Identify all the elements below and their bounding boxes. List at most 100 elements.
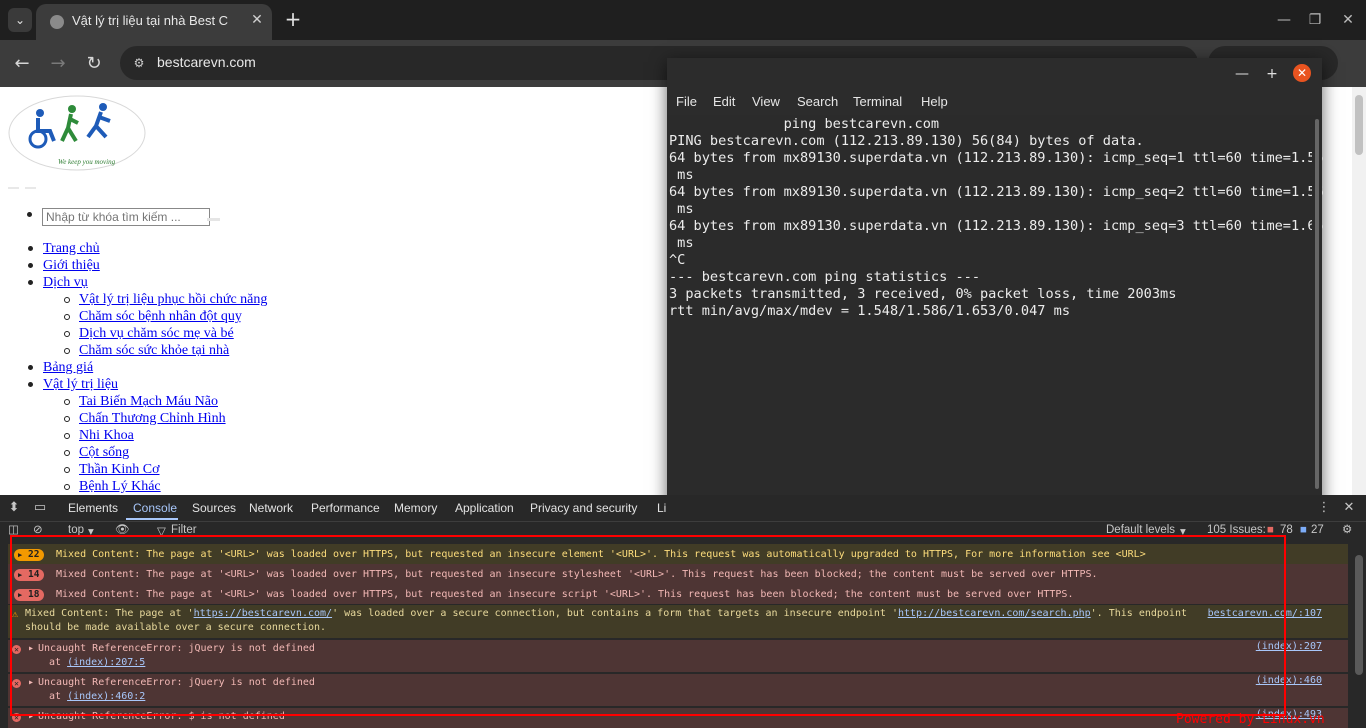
terminal-scrollbar[interactable] [1312, 115, 1322, 525]
tab-elements[interactable]: Elements [68, 501, 118, 515]
list-bullet [64, 297, 70, 303]
nav-subitem-link[interactable]: Nhi Khoa [79, 427, 134, 444]
site-logo[interactable]: We keep you moving [8, 95, 146, 171]
divider [25, 187, 36, 189]
nav-subitem-link[interactable]: Dịch vụ chăm sóc mẹ và bé [79, 325, 234, 342]
close-devtools-icon[interactable]: ✕ [1340, 499, 1358, 517]
tab-privacy-security[interactable]: Privacy and security [530, 501, 637, 515]
list-bullet [64, 331, 70, 337]
tab-strip: ⌄ Vật lý trị liệu tại nhà Best C ✕ + — ❐… [0, 0, 1366, 40]
list-bullet [64, 467, 70, 473]
list-bullet [28, 280, 33, 285]
menu-edit[interactable]: Edit [713, 94, 735, 109]
menu-help[interactable]: Help [921, 94, 948, 109]
console-scrollbar[interactable] [1352, 545, 1366, 728]
tab-application[interactable]: Application [455, 501, 514, 515]
close-window-icon[interactable]: ✕ [1338, 10, 1358, 30]
forward-button[interactable]: → [46, 52, 70, 76]
nav-subitem-link[interactable]: Chấn Thương Chỉnh Hình [79, 410, 226, 427]
reload-button[interactable]: ↻ [82, 52, 106, 76]
list-bullet [64, 450, 70, 456]
back-button[interactable]: ← [10, 52, 34, 76]
browser-tab[interactable]: Vật lý trị liệu tại nhà Best C ✕ [36, 4, 272, 40]
watermark: Powered by Linux.vn [1176, 712, 1325, 727]
site-info-icon[interactable]: ⚙ [130, 54, 148, 72]
nav-subitem-link[interactable]: Tai Biến Mạch Máu Não [79, 393, 218, 410]
favicon-icon [50, 15, 64, 29]
terminal-menubar: File Edit View Search Terminal Help [667, 88, 1322, 115]
search-input[interactable]: Nhập từ khóa tìm kiếm ... [42, 208, 210, 226]
nav-subitem-link[interactable]: Vật lý trị liệu phục hồi chức năng [79, 291, 267, 308]
url-text: bestcarevn.com [157, 54, 256, 70]
active-tab-indicator [126, 518, 178, 520]
tab-sources[interactable]: Sources [192, 501, 236, 515]
terminal-line: ^C [669, 252, 686, 268]
nav-subitem-link[interactable]: Chăm sóc sức khỏe tại nhà [79, 342, 229, 359]
tab-lighthouse[interactable]: Li [657, 501, 666, 515]
more-options-icon[interactable]: ⋮ [1315, 499, 1333, 517]
search-button[interactable] [207, 218, 220, 221]
nav-subitem-link[interactable]: Cột sống [79, 444, 129, 461]
clear-console-icon[interactable]: ⊘ [33, 522, 43, 536]
nav-subitem-link[interactable]: Chăm sóc bệnh nhân đột quỵ [79, 308, 242, 325]
settings-gear-icon[interactable]: ⚙ [1342, 522, 1352, 536]
menu-search[interactable]: Search [797, 94, 838, 109]
highlight-annotation-box [10, 535, 1286, 716]
list-bullet [27, 212, 32, 217]
chevron-down-icon: ⌄ [14, 13, 26, 27]
scrollbar-thumb[interactable] [1355, 95, 1363, 155]
tab-console[interactable]: Console [133, 501, 177, 515]
tab-memory[interactable]: Memory [394, 501, 437, 515]
list-bullet [64, 348, 70, 354]
tab-performance[interactable]: Performance [311, 501, 380, 515]
nav-item-link[interactable]: Trang chủ [43, 240, 100, 257]
minimize-icon[interactable]: — [1274, 10, 1294, 30]
close-tab-icon[interactable]: ✕ [248, 11, 266, 29]
terminal-line: 3 packets transmitted, 3 received, 0% pa… [669, 286, 1177, 302]
tab-network[interactable]: Network [249, 501, 293, 515]
terminal-line: 64 bytes from mx89130.superdata.vn (112.… [669, 218, 1324, 234]
nav-item-link[interactable]: Bảng giá [43, 359, 93, 376]
maximize-icon[interactable]: + [1263, 65, 1281, 83]
devtools-tabbar: ⬍ ▭ Elements Console Sources Network Per… [0, 495, 1366, 522]
page-scrollbar[interactable] [1352, 87, 1366, 495]
eye-icon[interactable]: 👁 [115, 522, 130, 536]
terminal-line: ping bestcarevn.com [669, 116, 940, 132]
list-bullet [64, 416, 70, 422]
sidebar-toggle-icon[interactable]: ◫ [8, 522, 19, 536]
logo-tagline: We keep you moving [58, 158, 116, 166]
nav-subitem-link[interactable]: Bệnh Lý Khác [79, 478, 161, 495]
minimize-icon[interactable]: — [1233, 65, 1251, 83]
terminal-output[interactable]: ping bestcarevn.com PING bestcarevn.com (… [667, 115, 1324, 525]
terminal-titlebar[interactable]: — + ✕ [667, 58, 1322, 88]
list-bullet [28, 365, 33, 370]
nav-item-link[interactable]: Giới thiệu [43, 257, 100, 274]
terminal-line: 64 bytes from mx89130.superdata.vn (112.… [669, 150, 1324, 166]
list-bullet [28, 263, 33, 268]
list-bullet [28, 246, 33, 251]
terminal-line: ms [669, 235, 694, 251]
terminal-line: PING bestcarevn.com (112.213.89.130) 56(… [669, 133, 1144, 149]
scrollbar-thumb[interactable] [1315, 119, 1319, 489]
menu-terminal[interactable]: Terminal [853, 94, 902, 109]
inspect-icon[interactable]: ⬍ [5, 499, 23, 517]
close-icon[interactable]: ✕ [1293, 64, 1311, 82]
terminal-window: — + ✕ File Edit View Search Terminal Hel… [667, 58, 1324, 525]
issues-info-count: 27 [1311, 524, 1324, 536]
device-toolbar-icon[interactable]: ▭ [31, 499, 49, 517]
menu-view[interactable]: View [752, 94, 780, 109]
list-bullet [64, 433, 70, 439]
nav-subitem-link[interactable]: Thần Kinh Cơ [79, 461, 160, 478]
scrollbar-thumb[interactable] [1355, 555, 1363, 675]
arrow-left-icon: ← [14, 53, 30, 74]
restore-icon[interactable]: ❐ [1305, 10, 1325, 30]
new-tab-button[interactable]: + [282, 8, 304, 30]
terminal-line: --- bestcarevn.com ping statistics --- [669, 269, 980, 285]
nav-item-link[interactable]: Dịch vụ [43, 274, 88, 291]
list-bullet [64, 399, 70, 405]
terminal-line: ms [669, 201, 694, 217]
list-bullet [64, 484, 70, 490]
nav-item-link[interactable]: Vật lý trị liệu [43, 376, 118, 393]
tab-search-button[interactable]: ⌄ [8, 8, 32, 32]
menu-file[interactable]: File [676, 94, 697, 109]
